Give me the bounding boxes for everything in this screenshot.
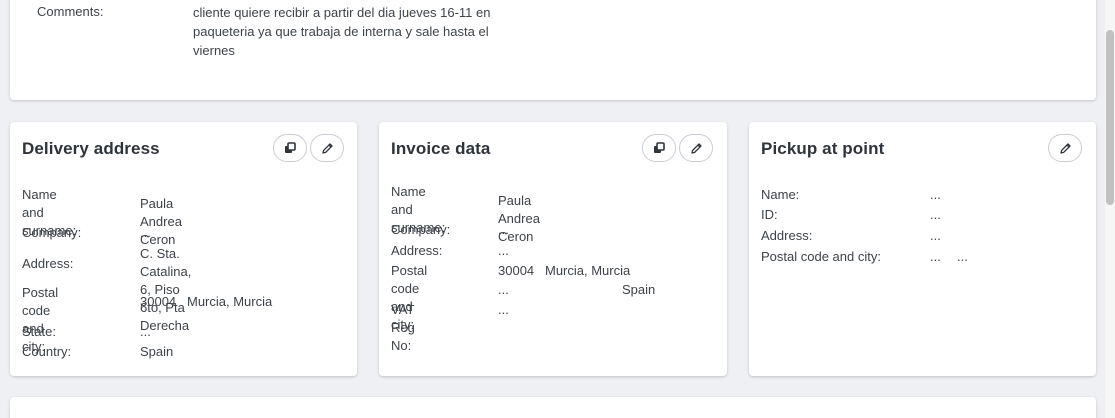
company-label: Company: bbox=[391, 222, 451, 237]
comments-text-line: cliente quiere recibir a partir del dia … bbox=[193, 5, 491, 20]
comments-label: Comments: bbox=[37, 4, 104, 19]
copy-icon bbox=[285, 142, 296, 153]
edit-pickup-button[interactable] bbox=[1048, 134, 1082, 162]
scrollbar-thumb[interactable] bbox=[1106, 30, 1114, 205]
state-label: State: bbox=[22, 324, 56, 339]
vat-label: VAT Reg No: bbox=[391, 302, 415, 353]
copy-delivery-button[interactable] bbox=[273, 134, 307, 162]
invoice-data-panel: Invoice data Name and surname: Paula And… bbox=[379, 122, 727, 376]
company-value: ... bbox=[140, 225, 151, 240]
comments-card: Comments: cliente quiere recibir a parti… bbox=[10, 0, 1096, 100]
vat-value: ... bbox=[498, 302, 509, 317]
address-label: Address: bbox=[22, 256, 74, 271]
postal-value-secondary: ... bbox=[957, 249, 968, 264]
pickup-point-title: Pickup at point bbox=[761, 139, 885, 158]
pickup-point-panel: Pickup at point Name: ... ID: ... Addres… bbox=[749, 122, 1096, 376]
vertical-scrollbar[interactable] bbox=[1105, 0, 1115, 418]
country-value: Spain bbox=[140, 344, 174, 359]
id-value: ... bbox=[930, 207, 941, 222]
address-label: Address: bbox=[761, 228, 813, 243]
copy-invoice-button[interactable] bbox=[642, 134, 676, 162]
name-label: Name: bbox=[761, 187, 800, 202]
address-value: ... bbox=[930, 228, 941, 243]
postal-value: ... bbox=[930, 249, 941, 264]
company-label: Company: bbox=[22, 225, 82, 240]
postal-value-country: Spain bbox=[622, 282, 656, 297]
name-label-line: Name and bbox=[22, 187, 57, 220]
comments-text: cliente quiere recibir a partir del dia … bbox=[193, 3, 503, 60]
edit-invoice-button[interactable] bbox=[679, 134, 713, 162]
address-value: C. Sta. Catalina, 6, Piso 6to, Pta Derec… bbox=[140, 245, 191, 335]
next-section-card bbox=[10, 397, 1096, 418]
name-value: ... bbox=[930, 187, 941, 202]
delivery-address-panel: Delivery address Name and surname: Paula… bbox=[10, 122, 357, 376]
copy-icon bbox=[654, 142, 665, 153]
postal-value: 30004 Murcia, Murcia bbox=[498, 263, 631, 278]
address-label: Address: bbox=[391, 243, 443, 258]
pencil-icon bbox=[690, 142, 702, 154]
delivery-address-title: Delivery address bbox=[22, 139, 160, 158]
country-label: Country: bbox=[22, 344, 72, 359]
comments-text-line: paqueteria ya que trabaja de interna y s… bbox=[193, 24, 489, 39]
name-label-line: Name and bbox=[391, 184, 426, 217]
postal-value-secondary: ... bbox=[498, 282, 509, 297]
postal-value: 30004 Murcia, Murcia bbox=[140, 294, 273, 309]
postal-label-line: Postal code bbox=[391, 263, 428, 296]
id-label: ID: bbox=[761, 207, 778, 222]
address-value: ... bbox=[498, 243, 509, 258]
postal-label: Postal code and city: bbox=[761, 249, 881, 264]
invoice-data-title: Invoice data bbox=[391, 139, 491, 158]
comments-text-line: viernes bbox=[193, 43, 235, 58]
pencil-icon bbox=[321, 142, 333, 154]
company-value: ... bbox=[498, 222, 509, 237]
state-value: ... bbox=[140, 324, 151, 339]
edit-delivery-button[interactable] bbox=[310, 134, 344, 162]
pencil-icon bbox=[1059, 142, 1071, 154]
